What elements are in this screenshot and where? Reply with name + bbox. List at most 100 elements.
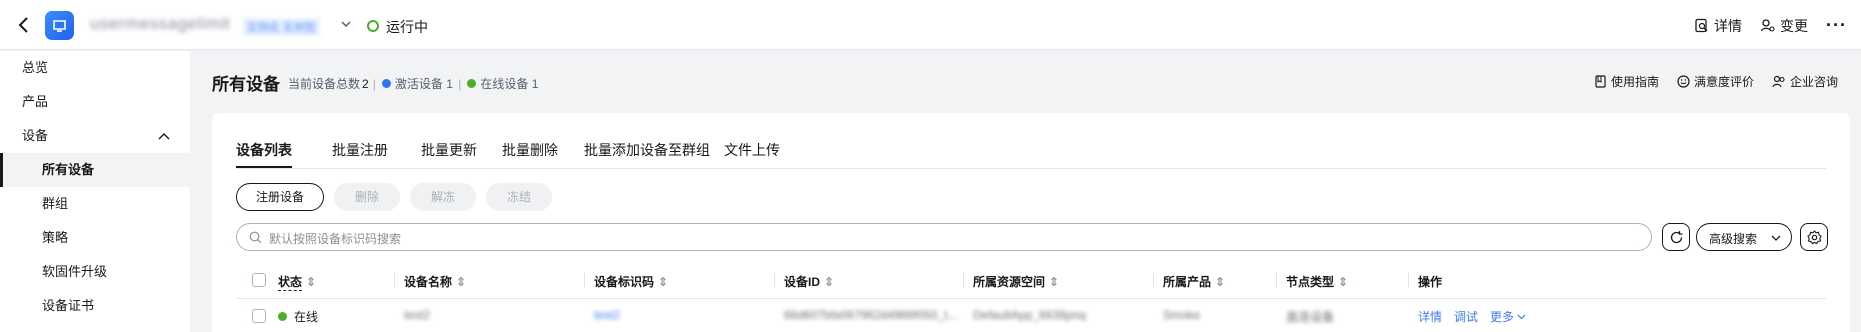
instance-tag: 实例名 实例型 — [243, 18, 321, 36]
sidebar-item-groups[interactable]: 群组 — [0, 187, 190, 221]
node-type-cell: 直连设备 — [1286, 310, 1335, 324]
consult-label: 企业咨询 — [1789, 75, 1838, 89]
table-row: 在线 test2 test2 66d607bfa067962d4966f050_… — [236, 300, 1826, 332]
sidebar-item-overview[interactable]: 总览 — [0, 51, 190, 85]
rating-link[interactable]: 满意度评价 — [1677, 73, 1754, 90]
sidebar-item-device-certs[interactable]: 设备证书 — [0, 289, 190, 323]
col-device-id[interactable]: 设备ID ⇕ — [784, 273, 834, 290]
sidebar-item-label: 所有设备 — [42, 162, 95, 177]
chevron-up-icon[interactable] — [158, 131, 170, 141]
col-actions-label: 操作 — [1418, 275, 1443, 289]
sidebar-item-label: 产品 — [22, 94, 49, 109]
instance-status: 运行中 — [386, 19, 428, 35]
col-identifier-label: 设备标识码 — [594, 275, 655, 289]
users-icon — [1772, 75, 1785, 88]
guide-link[interactable]: 使用指南 — [1594, 73, 1659, 90]
back-arrow-icon[interactable] — [14, 15, 34, 35]
instance-name: usermessagelimit — [90, 14, 231, 33]
sidebar-item-label: 软固件升级 — [42, 264, 108, 279]
sidebar-item-firmware-upgrade[interactable]: 软固件升级 — [0, 255, 190, 289]
top-actions: 详情 变更 ··· — [1694, 15, 1847, 36]
change-button[interactable]: 变更 — [1760, 16, 1808, 36]
more-actions-link[interactable]: 更多 — [1490, 308, 1526, 325]
sort-icon[interactable]: ⇕ — [306, 275, 316, 289]
app-logo-icon — [45, 11, 74, 40]
smile-icon — [1677, 75, 1690, 88]
delete-button[interactable]: 删除 — [334, 183, 400, 211]
tab-device-list[interactable]: 设备列表 — [236, 140, 292, 168]
sidebar-item-all-devices[interactable]: 所有设备 — [0, 153, 190, 187]
guide-label: 使用指南 — [1610, 75, 1659, 89]
device-stats: 当前设备总数 2 | 激活设备 1 | 在线设备 1 — [288, 76, 539, 92]
select-all-checkbox[interactable] — [252, 273, 266, 287]
col-device-id-label: 设备ID — [784, 275, 821, 289]
chevron-down-icon — [1771, 235, 1781, 241]
unfreeze-button[interactable]: 解冻 — [410, 183, 476, 211]
chevron-down-icon[interactable] — [340, 18, 352, 30]
col-device-name[interactable]: 设备名称 ⇕ — [404, 273, 466, 290]
change-label: 变更 — [1780, 17, 1809, 34]
chevron-down-icon — [1517, 314, 1526, 320]
col-status-label: 状态 — [278, 275, 303, 291]
col-product-label: 所属产品 — [1163, 275, 1212, 289]
sidebar-item-label: 设备 — [22, 128, 49, 143]
tab-batch-update[interactable]: 批量更新 — [421, 140, 477, 160]
col-resource-space[interactable]: 所属资源空间 ⇕ — [973, 273, 1059, 290]
details-label: 详情 — [1714, 17, 1743, 34]
refresh-button[interactable] — [1662, 223, 1690, 251]
details-button[interactable]: 详情 — [1694, 16, 1742, 36]
tab-file-upload[interactable]: 文件上传 — [724, 140, 780, 160]
active-label: 激活设备 — [394, 77, 443, 91]
gear-icon — [1807, 230, 1822, 245]
table-settings-button[interactable] — [1800, 223, 1828, 251]
register-device-button[interactable]: 注册设备 — [236, 183, 324, 211]
row-checkbox[interactable] — [252, 309, 266, 323]
tab-batch-add-to-group[interactable]: 批量添加设备至群组 — [584, 140, 710, 160]
sort-icon[interactable]: ⇕ — [824, 275, 834, 289]
col-product[interactable]: 所属产品 ⇕ — [1163, 273, 1225, 290]
device-list-card: 设备列表 批量注册 批量更新 批量删除 批量添加设备至群组 文件上传 注册设备 … — [212, 113, 1850, 332]
col-identifier[interactable]: 设备标识码 ⇕ — [594, 273, 668, 290]
status-cell: 在线 — [278, 308, 318, 325]
actions-cell: 详情 调试 更多 — [1418, 308, 1526, 325]
more-options-icon[interactable]: ··· — [1826, 15, 1847, 36]
resource-space-cell: DefaultApp_6638pnq — [973, 308, 1086, 322]
advanced-search-label: 高级搜索 — [1709, 232, 1758, 246]
online-label: 在线设备 — [480, 77, 529, 91]
identifier-link[interactable]: test2 — [594, 308, 620, 322]
search-input[interactable]: 默认按照设备标识码搜索 — [236, 223, 1652, 251]
freeze-button[interactable]: 冻结 — [486, 183, 552, 211]
sort-icon[interactable]: ⇕ — [456, 275, 466, 289]
top-bar: usermessagelimit 实例名 实例型 运行中 详情 变更 ··· — [0, 0, 1861, 50]
sidebar-item-products[interactable]: 产品 — [0, 85, 190, 119]
sidebar-item-devices[interactable]: 设备 — [0, 119, 190, 153]
consult-link[interactable]: 企业咨询 — [1772, 73, 1838, 90]
sort-icon[interactable]: ⇕ — [1338, 275, 1348, 289]
active-count: 1 — [446, 76, 453, 91]
active-dot-icon — [381, 79, 391, 88]
col-device-name-label: 设备名称 — [404, 275, 453, 289]
col-node-type-label: 节点类型 — [1286, 275, 1335, 289]
sort-icon[interactable]: ⇕ — [1215, 275, 1225, 289]
debug-link[interactable]: 调试 — [1454, 308, 1478, 325]
device-id-cell: 66d607bfa067962d4966f050_t... — [784, 308, 958, 322]
change-icon — [1760, 19, 1775, 32]
table-header: 状态 ⇕ 设备名称 ⇕ 设备标识码 ⇕ 设备ID ⇕ 所属资源空间 ⇕ 所属产品 ⇕ 节点类… — [236, 261, 1826, 299]
tab-batch-delete[interactable]: 批量删除 — [502, 140, 558, 160]
tab-batch-register[interactable]: 批量注册 — [332, 140, 388, 160]
sidebar: 总览 产品 设备 所有设备 群组 策略 软固件升级 设备证书 — [0, 51, 190, 332]
status-text: 在线 — [294, 310, 319, 324]
status-running-icon — [367, 20, 379, 32]
detail-link[interactable]: 详情 — [1418, 308, 1442, 325]
sidebar-item-policies[interactable]: 策略 — [0, 221, 190, 255]
details-icon — [1695, 18, 1708, 33]
sort-icon[interactable]: ⇕ — [658, 275, 668, 289]
col-status[interactable]: 状态 ⇕ — [278, 273, 316, 291]
sidebar-item-label: 策略 — [42, 230, 69, 245]
online-status-icon — [278, 312, 287, 321]
sidebar-item-label: 设备证书 — [42, 298, 95, 313]
advanced-search-select[interactable]: 高级搜索 — [1696, 223, 1792, 251]
col-node-type[interactable]: 节点类型 ⇕ — [1286, 273, 1348, 290]
sort-icon[interactable]: ⇕ — [1049, 275, 1059, 289]
search-placeholder: 默认按照设备标识码搜索 — [269, 232, 402, 246]
